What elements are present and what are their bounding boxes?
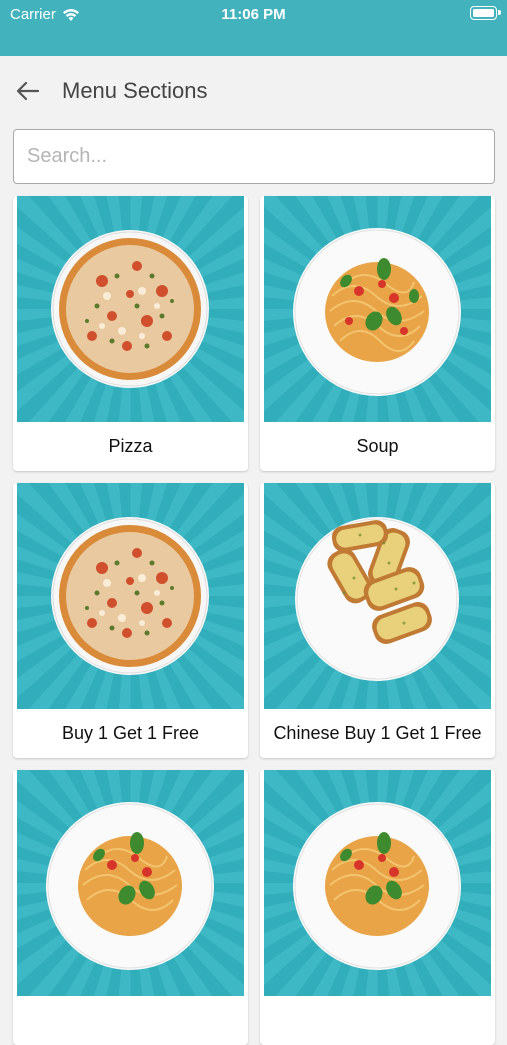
section-label: Pizza [108, 436, 153, 456]
status-time: 11:06 PM [221, 6, 286, 23]
battery-icon [470, 6, 501, 20]
spaghetti-image [293, 228, 461, 396]
menu-section-card[interactable] [260, 770, 495, 1045]
spaghetti-image [46, 802, 214, 970]
menu-section-card[interactable]: Buy 1 Get 1 Free [13, 483, 248, 758]
garlic-bread-image [295, 517, 459, 681]
section-image [17, 196, 244, 422]
pizza-image [51, 230, 209, 388]
section-image [264, 196, 491, 422]
page-title: Menu Sections [62, 78, 208, 103]
section-label [13, 996, 248, 1045]
section-label [260, 996, 495, 1045]
section-label: Soup [356, 436, 399, 456]
section-image [264, 770, 491, 996]
menu-section-card[interactable]: Chinese Buy 1 Get 1 Free [260, 483, 495, 758]
pizza-image [51, 517, 209, 675]
menu-sections-grid: Pizza Soup Buy 1 Get 1 Free Chinese Buy … [13, 196, 495, 1045]
menu-section-card[interactable] [13, 770, 248, 1045]
section-image [17, 770, 244, 996]
nav-bar: Menu Sections [0, 56, 507, 126]
section-image [17, 483, 244, 709]
section-label: Buy 1 Get 1 Free [61, 723, 200, 743]
section-image [264, 483, 491, 709]
menu-section-card[interactable]: Pizza [13, 196, 248, 471]
back-button[interactable] [0, 56, 56, 126]
status-bar: Carrier 11:06 PM [0, 0, 507, 56]
menu-section-card[interactable]: Soup [260, 196, 495, 471]
section-label: Chinese Buy 1 Get 1 Free [273, 723, 482, 743]
back-arrow-icon [16, 81, 40, 101]
search-input[interactable] [13, 129, 495, 184]
spaghetti-image [293, 802, 461, 970]
